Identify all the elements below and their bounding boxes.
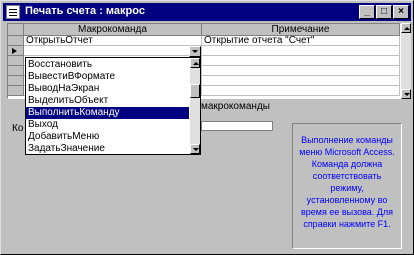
- arguments-section-label: макрокоманды: [201, 101, 270, 112]
- current-row-arrow-icon: [12, 48, 17, 54]
- macro-window: Печать счета : макрос _ □ × Макрокоманда…: [0, 0, 414, 255]
- argument-field-label: Ко: [12, 123, 24, 134]
- note-cell[interactable]: [202, 86, 400, 96]
- chevron-down-icon: [192, 50, 198, 53]
- list-item-selected[interactable]: ВыполнитьКоманду: [26, 107, 189, 119]
- argument-input[interactable]: [201, 121, 273, 131]
- list-scroll-up-button[interactable]: [190, 58, 200, 68]
- note-cell[interactable]: Открытие отчета "Счет": [202, 36, 400, 46]
- list-scroll-down-button[interactable]: [190, 144, 200, 154]
- macro-icon: [6, 5, 20, 19]
- note-cell[interactable]: [202, 46, 400, 56]
- help-panel: Выполнение команды меню Microsoft Access…: [292, 123, 402, 249]
- grid-scrollbar[interactable]: [401, 23, 411, 99]
- maximize-button[interactable]: □: [376, 5, 392, 19]
- arrow-down-icon: [404, 93, 410, 96]
- action-cell[interactable]: ОткрытьОтчет: [24, 36, 202, 46]
- row-selector[interactable]: [8, 66, 24, 76]
- list-item[interactable]: ЗадатьЗначение: [26, 143, 189, 155]
- arrow-up-icon: [404, 27, 410, 30]
- list-scrollbar[interactable]: [190, 58, 200, 154]
- scroll-down-button[interactable]: [401, 89, 411, 99]
- list-item[interactable]: Восстановить: [26, 59, 189, 71]
- note-cell[interactable]: [202, 76, 400, 86]
- action-dropdown-button[interactable]: [189, 46, 201, 57]
- action-cell[interactable]: [24, 46, 202, 56]
- table-row[interactable]: [8, 46, 400, 56]
- arrow-down-icon: [193, 148, 199, 151]
- title-bar[interactable]: Печать счета : макрос _ □ ×: [3, 3, 411, 21]
- list-item[interactable]: ВывестиВФормате: [26, 71, 189, 83]
- list-item[interactable]: ДобавитьМеню: [26, 131, 189, 143]
- list-scroll-thumb[interactable]: [190, 84, 200, 98]
- scroll-up-button[interactable]: [401, 23, 411, 33]
- close-button[interactable]: ×: [393, 5, 409, 19]
- row-selector[interactable]: [8, 46, 24, 56]
- row-selector[interactable]: [8, 76, 24, 86]
- column-header-note[interactable]: Примечание: [202, 24, 400, 36]
- grid-header: Макрокоманда Примечание: [8, 24, 400, 36]
- row-selector[interactable]: [8, 36, 24, 46]
- list-item[interactable]: ВыделитьОбъект: [26, 95, 189, 107]
- list-item[interactable]: ВыводНаЭкран: [26, 83, 189, 95]
- column-header-action[interactable]: Макрокоманда: [24, 24, 202, 36]
- row-selector[interactable]: [8, 56, 24, 66]
- row-selector[interactable]: [8, 86, 24, 96]
- minimize-button[interactable]: _: [359, 5, 375, 19]
- action-dropdown-list[interactable]: Восстановить ВывестиВФормате ВыводНаЭкра…: [25, 57, 201, 155]
- arrow-up-icon: [193, 62, 199, 65]
- corner-cell: [8, 24, 24, 36]
- note-cell[interactable]: [202, 56, 400, 66]
- list-item[interactable]: Выход: [26, 119, 189, 131]
- window-title: Печать счета : макрос: [25, 5, 145, 17]
- table-row[interactable]: ОткрытьОтчет Открытие отчета "Счет": [8, 36, 400, 46]
- note-cell[interactable]: [202, 66, 400, 76]
